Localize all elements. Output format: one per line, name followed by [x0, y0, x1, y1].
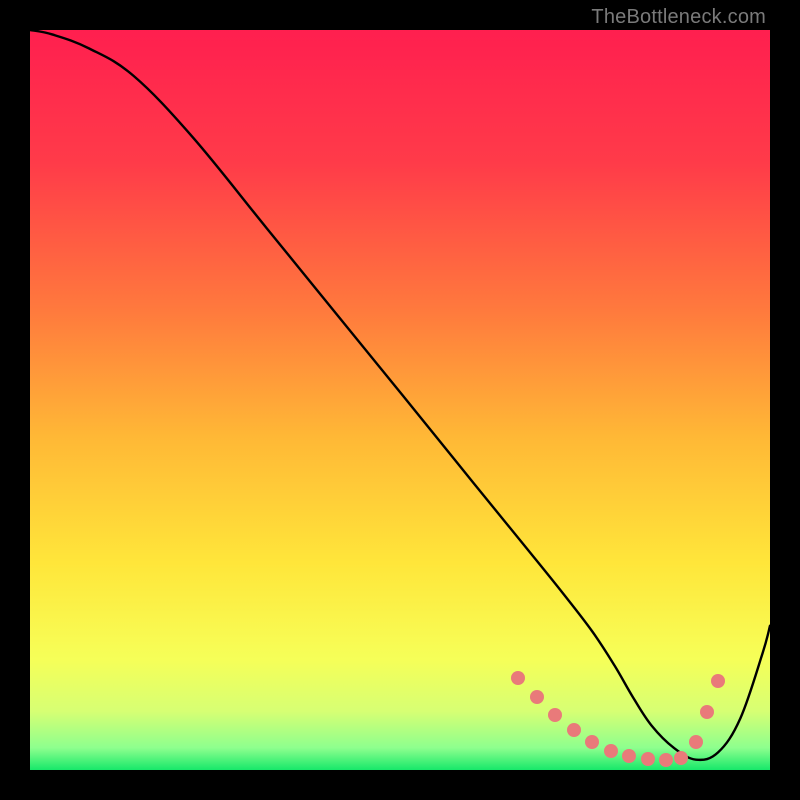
bottleneck-curve — [30, 30, 770, 760]
curve-marker — [711, 674, 725, 688]
curve-marker — [604, 744, 618, 758]
curve-marker — [548, 708, 562, 722]
curve-marker — [530, 690, 544, 704]
curve-marker — [641, 752, 655, 766]
curve-marker — [689, 735, 703, 749]
curve-marker — [622, 749, 636, 763]
curve-marker — [585, 735, 599, 749]
curve-marker — [659, 753, 673, 767]
curve-marker — [674, 751, 688, 765]
chart-stage: TheBottleneck.com — [0, 0, 800, 800]
curve-marker — [567, 723, 581, 737]
plot-area — [30, 30, 770, 770]
watermark-text: TheBottleneck.com — [591, 6, 766, 29]
curve-marker — [511, 671, 525, 685]
curve-layer — [30, 30, 770, 770]
curve-marker — [700, 705, 714, 719]
